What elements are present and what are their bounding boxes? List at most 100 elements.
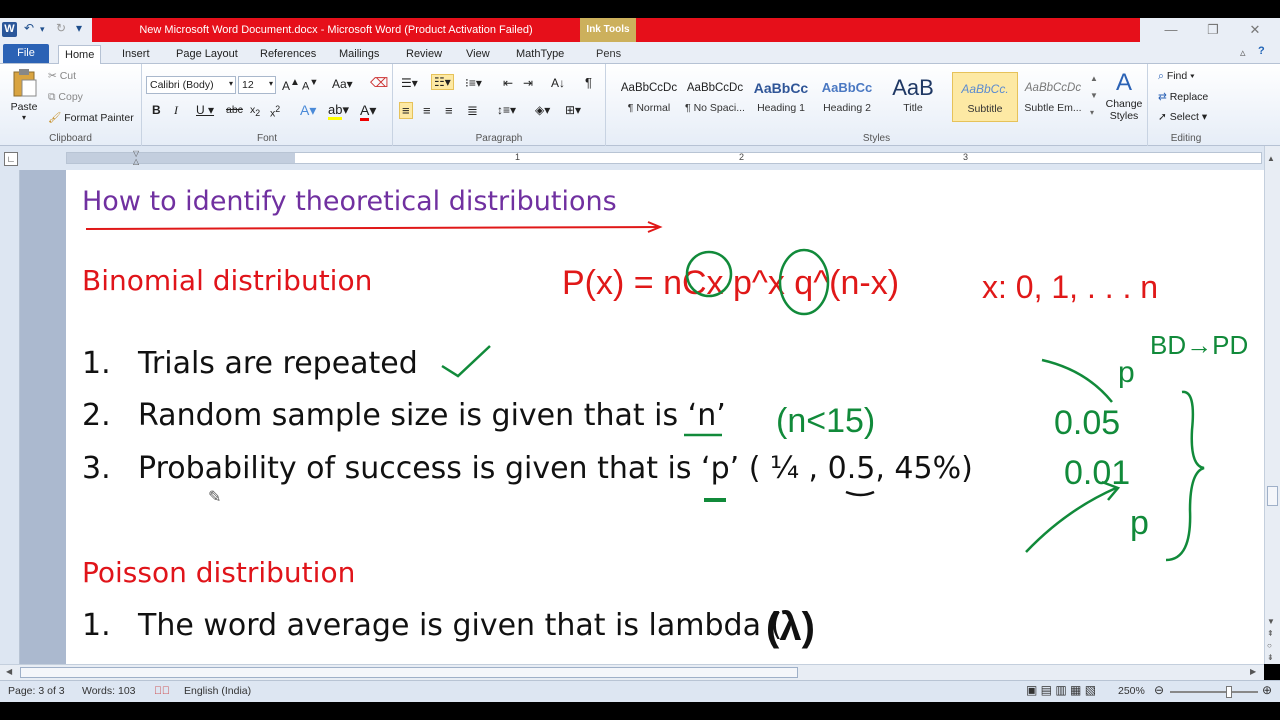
zoom-in-icon[interactable]: ⊕ (1262, 683, 1272, 697)
clear-formatting-icon[interactable]: ⌫ (370, 75, 388, 91)
word-app-icon[interactable]: W (2, 22, 17, 37)
select-button[interactable]: ➚ Select ▾ (1158, 111, 1207, 123)
numbering-icon[interactable]: ☷▾ (431, 74, 454, 90)
align-center-icon[interactable]: ≡ (423, 103, 431, 118)
change-case-icon[interactable]: Aa▾ (332, 77, 353, 91)
zoom-slider-thumb[interactable] (1226, 686, 1232, 698)
vertical-scroll-thumb[interactable] (1267, 486, 1278, 506)
zoom-slider[interactable] (1170, 691, 1258, 693)
align-left-icon[interactable]: ≡ (399, 102, 413, 119)
ruler-number: 2 (739, 152, 745, 162)
close-icon[interactable]: ✕ (1240, 20, 1270, 40)
ruler-number: 1 (515, 152, 521, 162)
language[interactable]: English (India) (184, 685, 251, 697)
copy-icon: ⧉ (48, 91, 59, 103)
styles-scroll-icon[interactable]: ▲ ▼ ▾ (1090, 70, 1098, 121)
font-group-label: Font (256, 133, 277, 144)
align-right-icon[interactable]: ≡ (445, 103, 453, 118)
horizontal-ruler[interactable]: ▽ △ 1 2 3 (66, 149, 1262, 166)
underline-icon[interactable]: U ▾ (196, 103, 214, 117)
tab-view[interactable]: View (460, 45, 496, 64)
increase-indent-icon[interactable]: ⇥ (523, 76, 533, 90)
customize-qat-icon[interactable]: ▾ (76, 21, 82, 35)
style-heading-2[interactable]: AaBbCc Heading 2 (814, 72, 880, 122)
tab-selector-icon[interactable]: ∟ (4, 152, 18, 166)
word-count[interactable]: Words: 103 (82, 685, 136, 697)
horizontal-scrollbar[interactable]: ◀ ▶ (0, 664, 1264, 680)
borders-icon[interactable]: ⊞▾ (565, 103, 581, 117)
vertical-scrollbar[interactable]: ▲ ▼ ⇞ ○ ⇟ (1264, 146, 1280, 664)
tab-review[interactable]: Review (400, 45, 448, 64)
cut-button[interactable]: ✂ Cut (48, 70, 76, 82)
justify-icon[interactable]: ≣ (467, 103, 478, 119)
help-icon[interactable]: ? (1258, 45, 1265, 57)
format-painter-button[interactable]: 🖌 Format Painter (48, 111, 134, 124)
ink-condition-text: (n<15) (776, 402, 875, 440)
replace-button[interactable]: ⇄ Replace (1158, 91, 1208, 103)
tab-references[interactable]: References (254, 45, 322, 64)
document-page[interactable]: How to identify theoretical distribution… (66, 170, 1264, 664)
grow-font-icon[interactable]: A▲ (282, 77, 300, 93)
zoom-out-icon[interactable]: ⊖ (1154, 683, 1164, 697)
page-count[interactable]: Page: 3 of 3 (8, 685, 65, 697)
multilevel-list-icon[interactable]: ⁝≡▾ (465, 76, 482, 90)
style-subtitle[interactable]: AaBbCc. Subtitle (952, 72, 1018, 122)
zoom-level[interactable]: 250% (1118, 685, 1145, 697)
change-styles-button[interactable]: A Change Styles (1102, 68, 1146, 122)
strikethrough-icon[interactable]: abc (226, 104, 243, 116)
subscript-icon[interactable]: x2 (250, 104, 260, 118)
tab-file[interactable]: File (3, 44, 49, 63)
redo-icon[interactable]: ↻ (56, 21, 66, 35)
text-effects-icon[interactable]: A▾ (300, 102, 316, 119)
font-color-icon[interactable]: A▾ (360, 102, 376, 121)
tab-home[interactable]: Home (58, 45, 102, 64)
styles-group: AaBbCcDc ¶ Normal AaBbCcDc ¶ No Spaci... A… (606, 64, 1148, 146)
tab-insert[interactable]: Insert (116, 45, 156, 64)
style-subtle-emphasis[interactable]: AaBbCcDc Subtle Em... (1020, 72, 1086, 122)
hanging-indent-icon[interactable]: △ (133, 157, 139, 166)
tab-pens[interactable]: Pens (590, 45, 627, 64)
copy-button[interactable]: ⧉ Copy (48, 91, 83, 104)
undo-icon[interactable]: ↶ (24, 21, 34, 35)
tab-mathtype[interactable]: MathType (510, 45, 570, 64)
minimize-ribbon-icon[interactable]: ▵ (1240, 46, 1246, 59)
page-navigation-icons[interactable]: ▼ ⇞ ○ ⇟ (1267, 616, 1275, 664)
restore-icon[interactable]: ❐ (1198, 20, 1228, 40)
editing-group: ⌕ Find ▾ ⇄ Replace ➚ Select ▾ Editing (1148, 64, 1224, 146)
shading-icon[interactable]: ◈▾ (535, 103, 550, 117)
shrink-font-icon[interactable]: A▼ (302, 77, 318, 93)
status-bar: Page: 3 of 3 Words: 103 ✓⃠ English (Indi… (0, 680, 1280, 702)
bullets-icon[interactable]: ☰▾ (401, 76, 418, 90)
heading-underline-arrow (85, 221, 663, 233)
style-heading-1[interactable]: AaBbCc Heading 1 (748, 72, 814, 122)
font-name-combo[interactable]: Calibri (Body) ▾ (146, 76, 236, 94)
clipboard-icon (13, 69, 37, 97)
line-spacing-icon[interactable]: ↕≡▾ (497, 103, 516, 117)
font-size-combo[interactable]: 12 ▾ (238, 76, 276, 94)
italic-icon[interactable]: I (174, 103, 178, 118)
horizontal-scroll-thumb[interactable] (20, 667, 798, 678)
style-title[interactable]: AaB Title (880, 72, 946, 122)
view-buttons-icons[interactable]: ▣ ▤ ▥ ▦ ▧ (1026, 683, 1096, 697)
vertical-ruler[interactable] (0, 170, 20, 664)
sort-icon[interactable]: A↓ (551, 76, 565, 90)
proofing-icon[interactable]: ✓⃠ (154, 685, 170, 697)
scroll-up-icon[interactable]: ▲ (1267, 154, 1275, 163)
tab-mailings[interactable]: Mailings (333, 45, 385, 64)
tab-page-layout[interactable]: Page Layout (170, 45, 244, 64)
bold-icon[interactable]: B (152, 103, 161, 117)
find-button[interactable]: ⌕ Find ▾ (1158, 70, 1195, 83)
highlight-icon[interactable]: ab▾ (328, 102, 349, 120)
paste-button[interactable]: Paste ▾ (6, 68, 42, 126)
undo-dropdown-icon[interactable]: ▾ (40, 24, 45, 35)
show-formatting-marks-icon[interactable]: ¶ (585, 75, 592, 90)
scroll-right-icon[interactable]: ▶ (1250, 667, 1256, 676)
superscript-icon[interactable]: x2 (270, 104, 280, 120)
minimize-icon[interactable]: — (1156, 20, 1186, 40)
checkmark-icon (441, 345, 491, 378)
style-no-spacing[interactable]: AaBbCcDc ¶ No Spaci... (682, 72, 748, 122)
decrease-indent-icon[interactable]: ⇤ (503, 76, 513, 90)
paragraph-group: ☰▾ ☷▾ ⁝≡▾ ⇤ ⇥ A↓ ¶ ≡ ≡ ≡ ≣ ↕≡▾ ◈▾ ⊞▾ Par… (393, 64, 606, 146)
scroll-left-icon[interactable]: ◀ (6, 667, 12, 676)
style-normal[interactable]: AaBbCcDc ¶ Normal (616, 72, 682, 122)
